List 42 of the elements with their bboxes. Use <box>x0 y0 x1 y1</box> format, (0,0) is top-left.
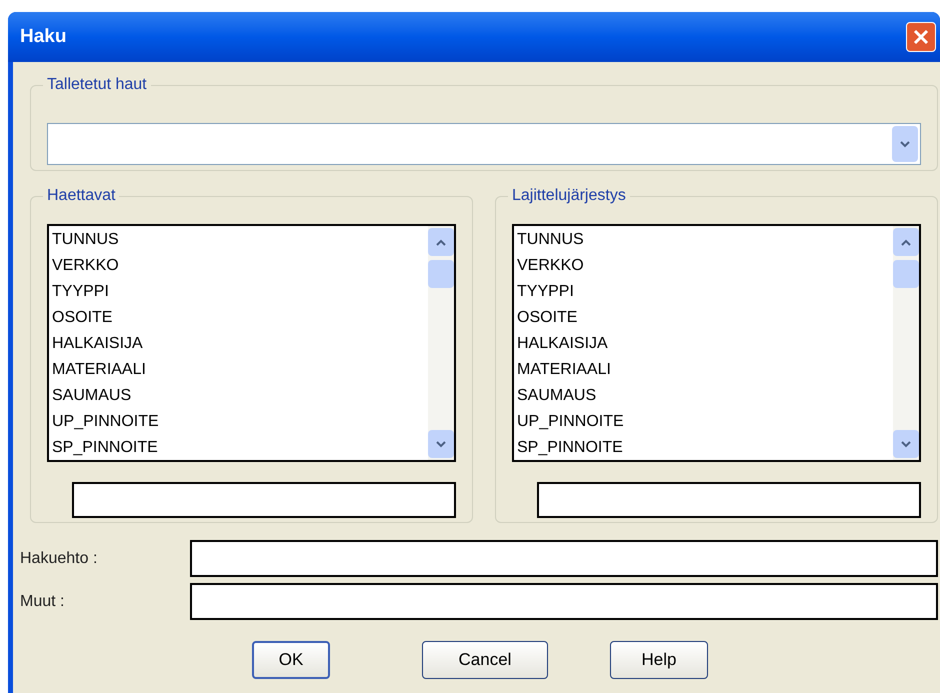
input-field[interactable] <box>72 482 456 518</box>
list-item[interactable]: VERKKO <box>517 253 893 279</box>
window-title: Haku <box>20 24 66 49</box>
list-item[interactable]: OSOITE <box>52 305 428 331</box>
input-field[interactable] <box>190 540 938 577</box>
scroll-thumb[interactable] <box>893 260 919 288</box>
dialog-button[interactable]: OK <box>252 641 330 679</box>
list-item[interactable]: OSOITE <box>517 305 893 331</box>
scrollbar[interactable] <box>893 226 919 460</box>
scroll-up-icon <box>436 238 446 246</box>
field-label: Hakuehto : <box>20 548 98 568</box>
scroll-up-icon <box>901 238 911 246</box>
dialog-button[interactable]: Cancel <box>422 641 548 679</box>
scroll-thumb[interactable] <box>428 260 454 288</box>
list-item[interactable]: UP_PINNOITE <box>52 409 428 435</box>
list-item[interactable]: TYYPPI <box>52 279 428 305</box>
list-item[interactable]: HALKAISIJA <box>52 331 428 357</box>
list-item[interactable]: SP_PINNOITE <box>52 435 428 461</box>
saved-search-dropdown[interactable] <box>47 123 921 165</box>
list-item[interactable]: VERKKO <box>52 253 428 279</box>
list-item[interactable]: SAUMAUS <box>52 383 428 409</box>
input-field[interactable] <box>537 482 921 518</box>
close-icon <box>913 29 929 45</box>
list-item[interactable]: MATERIAALI <box>517 357 893 383</box>
list-item[interactable]: MATERIAALI <box>52 357 428 383</box>
list-item[interactable]: UP_PINNOITE <box>517 409 893 435</box>
list-box[interactable]: TUNNUS VERKKO TYYPPI OSOITE HALKAISIJA MATERIAALI SAUMAUS UP_PINNOITE SP_PINNOITE <box>47 224 456 462</box>
list-item[interactable]: TYYPPI <box>517 279 893 305</box>
list-item[interactable]: HALKAISIJA <box>517 331 893 357</box>
input-field[interactable] <box>190 583 938 620</box>
dialog-button[interactable]: Help <box>610 641 708 679</box>
scroll-down-icon <box>901 440 911 448</box>
close-button[interactable] <box>906 22 936 52</box>
list-item[interactable]: SP_PINNOITE <box>517 435 893 461</box>
list-box[interactable]: TUNNUS VERKKO TYYPPI OSOITE HALKAISIJA MATERIAALI SAUMAUS UP_PINNOITE SP_PINNOITE <box>512 224 921 462</box>
scroll-down-icon <box>436 440 446 448</box>
list-item[interactable]: TUNNUS <box>52 227 428 253</box>
scrollbar[interactable] <box>428 226 454 460</box>
list-item[interactable]: TUNNUS <box>517 227 893 253</box>
field-label: Muut : <box>20 592 66 612</box>
list-item[interactable]: SAUMAUS <box>517 383 893 409</box>
group-label: Lajittelujärjestys <box>508 186 630 206</box>
